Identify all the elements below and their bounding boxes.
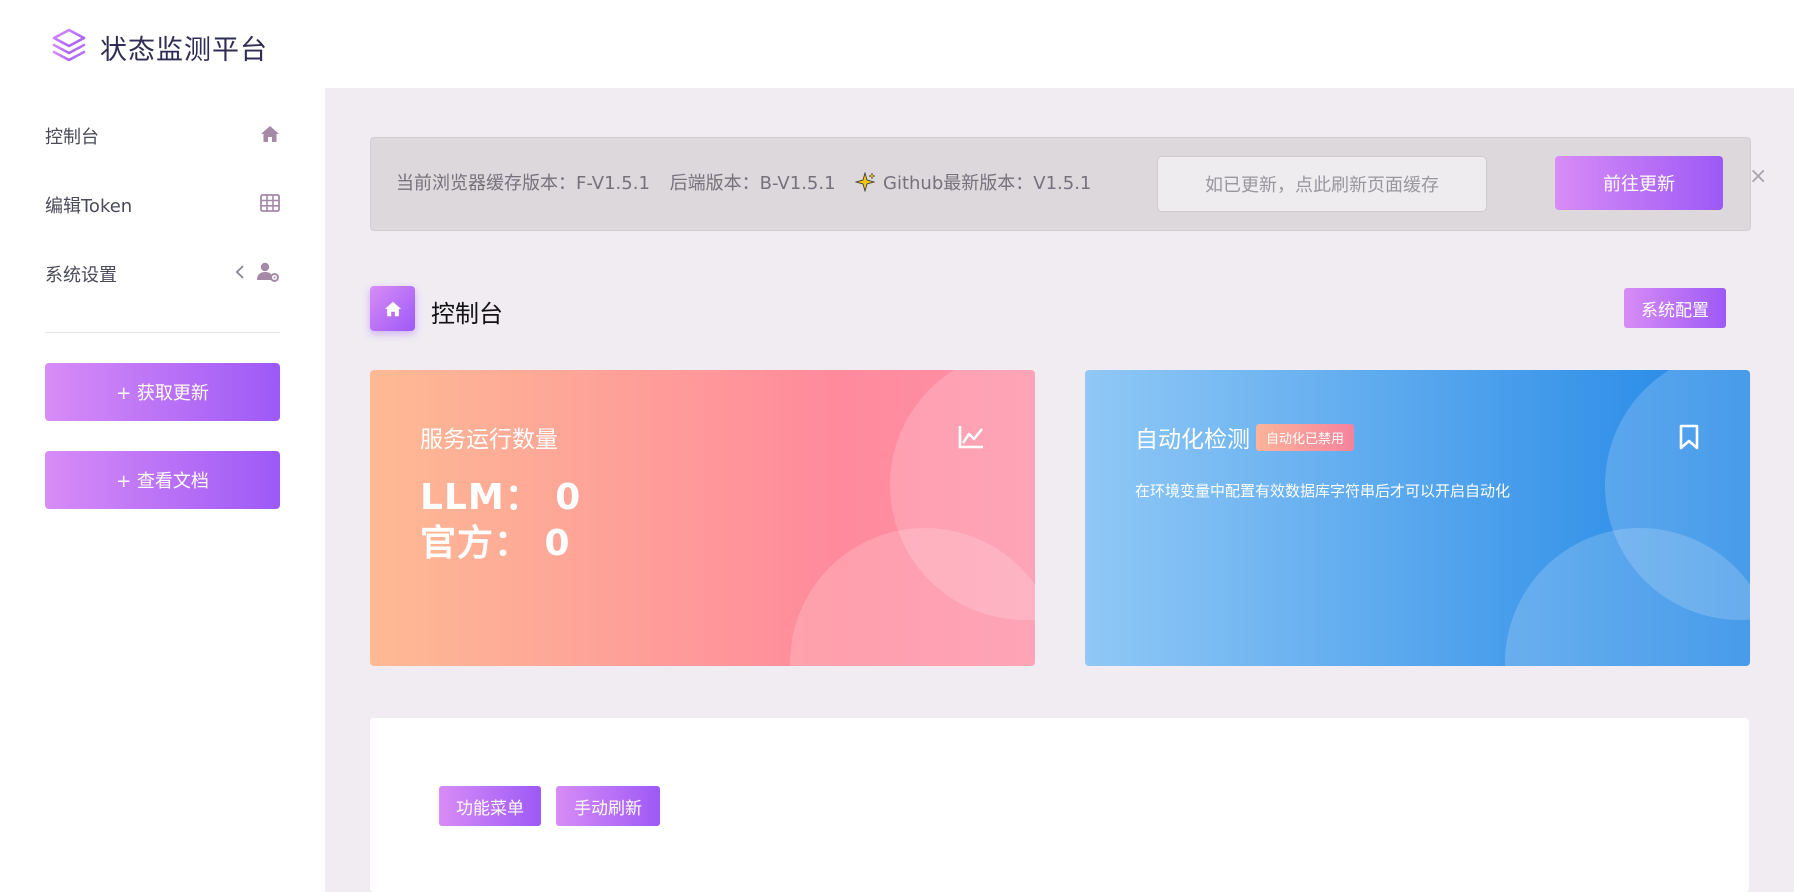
manual-refresh-button[interactable]: 手动刷新: [556, 786, 660, 826]
automation-title: 自动化检测: [1135, 427, 1250, 453]
sidebar-item-edit-token[interactable]: 编辑Token: [45, 185, 280, 225]
version-notice: 当前浏览器缓存版本：F-V1.5.1 后端版本：B-V1.5.1 Github最…: [370, 137, 1767, 231]
table-icon: [260, 193, 280, 217]
page-title: 控制台: [431, 300, 503, 328]
chevron-left-icon[interactable]: [234, 264, 246, 284]
layers-logo-icon: [50, 26, 88, 68]
sidebar-item-dashboard[interactable]: 控制台: [45, 116, 280, 156]
automation-description: 在环境变量中配置有效数据库字符串后才可以开启自动化: [1135, 482, 1511, 500]
user-settings-icon: [256, 261, 280, 287]
sidebar-divider: [45, 332, 280, 333]
sidebar: 控制台 编辑Token 系统设置 + 获取更新 + 查看文档: [0, 88, 325, 892]
card-title: 服务运行数量: [420, 427, 558, 453]
function-panel: 功能菜单 手动刷新: [370, 718, 1749, 892]
decor-circle: [790, 528, 1035, 666]
home-icon: [260, 124, 280, 148]
sidebar-item-label: 编辑Token: [45, 196, 133, 217]
automation-card: 自动化检测 自动化已禁用 在环境变量中配置有效数据库字符串后才可以开启自动化: [1085, 370, 1750, 666]
top-bar: 状态监测平台: [0, 0, 1794, 88]
status-badge: 自动化已禁用: [1256, 424, 1355, 451]
app-title: 状态监测平台: [100, 34, 268, 66]
sidebar-item-label: 控制台: [45, 127, 99, 148]
main-content: 当前浏览器缓存版本：F-V1.5.1 后端版本：B-V1.5.1 Github最…: [325, 88, 1794, 892]
github-version: Github最新版本：V1.5.1: [883, 173, 1092, 194]
system-config-button[interactable]: 系统配置: [1624, 288, 1726, 328]
refresh-cache-field[interactable]: 如已更新，点此刷新页面缓存: [1157, 156, 1487, 212]
page-header: 控制台 系统配置: [370, 286, 1749, 332]
decor-circle: [1505, 528, 1750, 666]
home-icon: [370, 286, 415, 331]
sidebar-item-label: 系统设置: [45, 265, 117, 286]
brand[interactable]: 状态监测平台: [50, 26, 268, 68]
function-menu-button[interactable]: 功能菜单: [439, 786, 541, 826]
go-update-button[interactable]: 前往更新: [1555, 156, 1723, 210]
sidebar-item-system-settings[interactable]: 系统设置: [45, 254, 280, 294]
official-count: 官方： 0: [420, 523, 571, 564]
sparkles-icon: [854, 171, 883, 194]
card-title: 自动化检测 自动化已禁用: [1135, 420, 1355, 454]
browser-version: 当前浏览器缓存版本：F-V1.5.1: [396, 173, 650, 194]
close-icon[interactable]: ×: [1749, 164, 1767, 189]
version-info: 当前浏览器缓存版本：F-V1.5.1 后端版本：B-V1.5.1 Github最…: [396, 169, 1105, 195]
view-docs-button[interactable]: + 查看文档: [45, 451, 280, 509]
backend-version: 后端版本：B-V1.5.1: [669, 173, 836, 194]
bookmark-icon: [1678, 424, 1700, 454]
llm-count: LLM： 0: [420, 477, 582, 518]
line-chart-icon: [957, 424, 985, 454]
service-count-card: 服务运行数量 LLM： 0 官方： 0: [370, 370, 1035, 666]
get-update-button[interactable]: + 获取更新: [45, 363, 280, 421]
